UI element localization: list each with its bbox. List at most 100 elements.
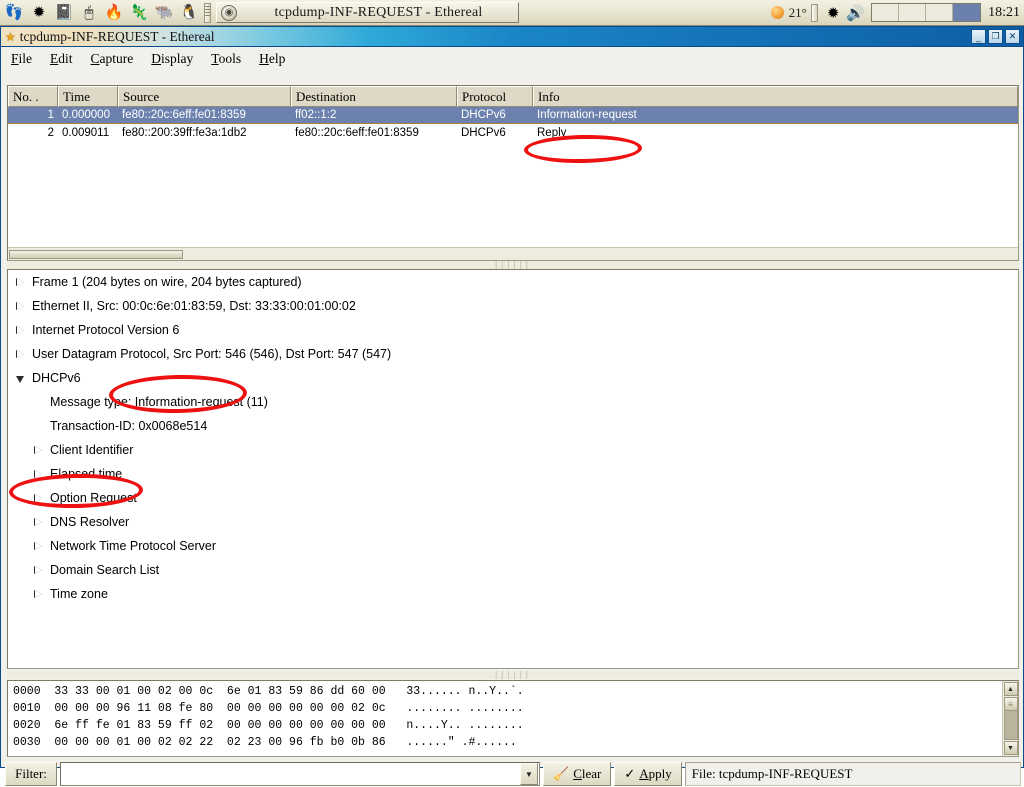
packet-cell-protocol: DHCPv6 bbox=[461, 126, 506, 139]
column-header-no[interactable]: No. . bbox=[8, 86, 58, 107]
splitter-list-detail[interactable]: ⡇⡇⡇⡇⡇⡇ bbox=[7, 261, 1019, 269]
menu-file[interactable]: File bbox=[11, 51, 32, 67]
detail-tree-item[interactable]: Message type: Information-request (11) bbox=[8, 390, 1018, 414]
detail-tree-item[interactable]: Domain Search List bbox=[8, 558, 1018, 582]
column-header-protocol[interactable]: Protocol bbox=[457, 86, 533, 107]
window-titlebar[interactable]: ★ tcpdump-INF-REQUEST - Ethereal _ ❐ ✕ bbox=[1, 27, 1023, 47]
hex-dump-body[interactable]: 0000 33 33 00 01 00 02 00 0c 6e 01 83 59… bbox=[8, 681, 1002, 756]
triangle-down-icon[interactable] bbox=[16, 374, 25, 383]
ethereal-icon: ◉ bbox=[221, 4, 237, 21]
menu-display[interactable]: Display bbox=[151, 51, 193, 67]
triangle-right-icon[interactable] bbox=[34, 469, 43, 479]
chevron-down-icon[interactable]: ▼ bbox=[520, 763, 538, 785]
column-header-info[interactable]: Info bbox=[533, 86, 1018, 107]
triangle-right-icon[interactable] bbox=[16, 349, 25, 359]
detail-tree-item[interactable]: Option Request bbox=[8, 486, 1018, 510]
minimize-button[interactable]: _ bbox=[971, 29, 986, 44]
triangle-right-icon[interactable] bbox=[34, 445, 43, 455]
triangle-right-icon[interactable] bbox=[16, 301, 25, 311]
packet-cell-time: 0.000000 bbox=[62, 109, 110, 121]
workspace-2[interactable] bbox=[899, 4, 927, 21]
filter-input[interactable] bbox=[61, 764, 520, 784]
workspace-pager[interactable] bbox=[871, 3, 982, 22]
detail-tree-item[interactable]: Transaction-ID: 0x0068e514 bbox=[8, 414, 1018, 438]
close-button[interactable]: ✕ bbox=[1005, 29, 1020, 44]
detail-tree-item[interactable]: Ethernet II, Src: 00:0c:6e:01:83:59, Dst… bbox=[8, 294, 1018, 318]
workspace-3[interactable] bbox=[926, 4, 954, 21]
triangle-right-icon[interactable] bbox=[34, 517, 43, 527]
detail-tree-item[interactable]: Time zone bbox=[8, 582, 1018, 606]
notes-icon[interactable]: 📓 bbox=[52, 2, 76, 24]
hex-vscrollbar[interactable]: ▲ ≡ ▼ bbox=[1002, 681, 1018, 756]
filter-label[interactable]: Filter: bbox=[5, 762, 57, 786]
triangle-right-icon[interactable] bbox=[34, 493, 43, 503]
menu-tools[interactable]: Tools bbox=[211, 51, 241, 67]
menu-capture[interactable]: Capture bbox=[91, 51, 134, 67]
packet-cell-destination: ff02::1:2 bbox=[295, 109, 337, 121]
packet-bytes-pane: 0000 33 33 00 01 00 02 00 0c 6e 01 83 59… bbox=[7, 680, 1019, 757]
hex-scroll-thumb[interactable]: ≡ bbox=[1003, 697, 1018, 711]
packet-row[interactable]: 1 0.000000 fe80::20c:6eff:fe01:8359 ff02::1… bbox=[8, 107, 1018, 124]
triangle-right-icon[interactable] bbox=[34, 565, 43, 575]
packet-list-header: No. . Time Source Destination Protocol Info bbox=[8, 86, 1018, 107]
hex-dump-line: 0020 6e ff fe 01 83 59 ff 02 00 00 00 00… bbox=[13, 719, 524, 732]
scroll-down-arrow-icon[interactable]: ▼ bbox=[1003, 741, 1018, 755]
gnu-head-icon[interactable]: 🐃 bbox=[152, 2, 176, 24]
triangle-right-icon[interactable] bbox=[34, 589, 43, 599]
clear-button-label: Clear bbox=[573, 766, 602, 781]
detail-tree-item[interactable]: DHCPv6 bbox=[8, 366, 1018, 390]
mouse-settings-icon[interactable]: 🖱 bbox=[77, 2, 101, 24]
packet-cell-no: 1 bbox=[47, 109, 54, 121]
scroll-up-arrow-icon[interactable]: ▲ bbox=[1003, 682, 1018, 696]
sun-icon-small[interactable]: ✹ bbox=[827, 4, 840, 22]
mozilla-dino-icon[interactable]: 🦎 bbox=[127, 2, 151, 24]
packet-cell-no: 2 bbox=[47, 126, 54, 139]
tux-penguin-icon[interactable]: 🐧 bbox=[177, 2, 201, 24]
workspace-4[interactable] bbox=[953, 4, 981, 21]
detail-tree-item[interactable]: DNS Resolver bbox=[8, 510, 1018, 534]
window-app-icon: ★ bbox=[5, 29, 16, 44]
detail-tree-label: Time zone bbox=[50, 587, 108, 601]
detail-tree-item[interactable]: Network Time Protocol Server bbox=[8, 534, 1018, 558]
column-header-time[interactable]: Time bbox=[58, 86, 118, 107]
workspace-1[interactable] bbox=[872, 4, 900, 21]
menu-edit[interactable]: Edit bbox=[50, 51, 73, 67]
packet-list-rows[interactable]: 1 0.000000fe80::20c:6eff:fe01:8359 ff02::1… bbox=[8, 107, 1018, 247]
detail-tree-label: Internet Protocol Version 6 bbox=[32, 323, 180, 337]
clear-button[interactable]: 🧹 Clear bbox=[543, 762, 612, 786]
weather-applet[interactable]: 21° bbox=[770, 5, 807, 21]
packet-row[interactable]: 2 0.009011 fe80::200:39ff:fe3a:1db2 fe80::2… bbox=[8, 124, 1018, 141]
maximize-button[interactable]: ❐ bbox=[988, 29, 1003, 44]
splitter-grip-icon: ⡇⡇⡇⡇⡇⡇ bbox=[494, 261, 532, 269]
packet-list-hscroll-thumb[interactable] bbox=[9, 250, 183, 259]
packet-list-hscrollbar[interactable] bbox=[8, 247, 1018, 260]
column-header-source[interactable]: Source bbox=[118, 86, 291, 107]
detail-tree-label: DHCPv6 bbox=[32, 371, 81, 385]
taskbar-grip-handle[interactable] bbox=[204, 2, 211, 23]
column-header-label: No. . bbox=[13, 88, 39, 104]
hex-dump-line: 0030 00 00 00 01 00 02 02 22 02 23 00 96… bbox=[13, 736, 517, 749]
detail-tree-label: Option Request bbox=[50, 491, 137, 505]
detail-tree-item[interactable]: User Datagram Protocol, Src Port: 546 (5… bbox=[8, 342, 1018, 366]
detail-tree-item[interactable]: Frame 1 (204 bytes on wire, 204 bytes ca… bbox=[8, 270, 1018, 294]
triangle-right-icon[interactable] bbox=[34, 541, 43, 551]
packet-detail-pane[interactable]: Frame 1 (204 bytes on wire, 204 bytes ca… bbox=[7, 269, 1019, 669]
packet-cell-destination: fe80::20c:6eff:fe01:8359 bbox=[295, 126, 419, 139]
apply-button[interactable]: ✓ Apply bbox=[614, 762, 682, 786]
menu-help[interactable]: Help bbox=[259, 51, 285, 67]
splitter-detail-hex[interactable]: ⡇⡇⡇⡇⡇⡇ bbox=[7, 671, 1019, 679]
hex-dump-line: 0000 33 33 00 01 00 02 00 0c 6e 01 83 59… bbox=[13, 685, 524, 698]
taskbar-window-button[interactable]: ◉ tcpdump-INF-REQUEST - Ethereal bbox=[216, 2, 519, 23]
column-header-destination[interactable]: Destination bbox=[291, 86, 457, 107]
detail-tree-item[interactable]: Client Identifier bbox=[8, 438, 1018, 462]
firebird-browser-icon[interactable]: 🔥 bbox=[102, 2, 126, 24]
speaker-icon[interactable]: 🔊 bbox=[846, 4, 865, 22]
detail-tree-item[interactable]: Internet Protocol Version 6 bbox=[8, 318, 1018, 342]
gnome-foot-icon[interactable]: 👣 bbox=[2, 2, 26, 24]
packet-cell-time: 0.009011 bbox=[62, 126, 110, 139]
detail-tree-item[interactable]: Elapsed time bbox=[8, 462, 1018, 486]
triangle-right-icon[interactable] bbox=[16, 325, 25, 335]
gimp-icon[interactable]: ✹ bbox=[27, 2, 51, 24]
hex-scroll-track[interactable] bbox=[1003, 711, 1018, 740]
triangle-right-icon[interactable] bbox=[16, 277, 25, 287]
